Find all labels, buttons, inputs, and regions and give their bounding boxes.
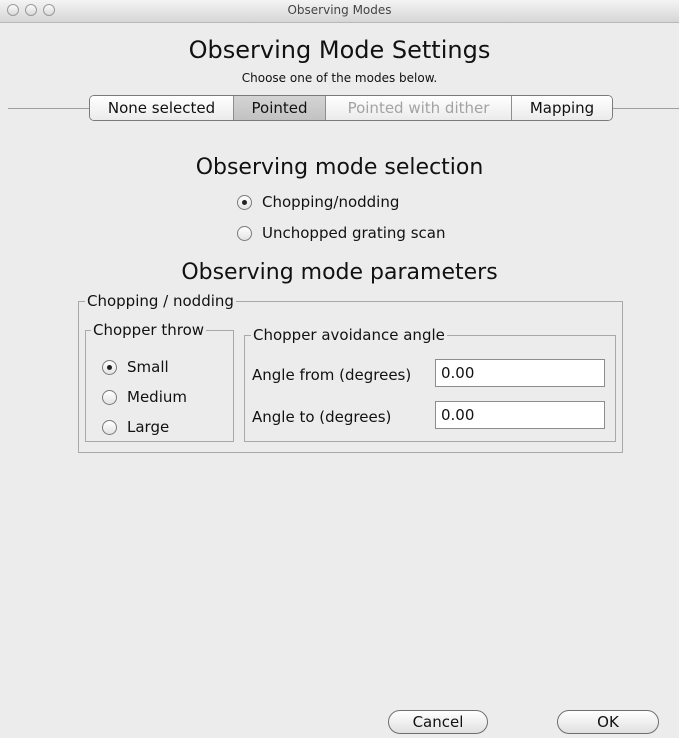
chopper-throw-group-label: Chopper throw (91, 321, 207, 339)
parameters-heading: Observing mode parameters (181, 260, 498, 285)
ok-button[interactable]: OK (557, 710, 659, 734)
avoidance-angle-group-label: Chopper avoidance angle (251, 326, 447, 344)
radio-unselected-icon[interactable] (102, 389, 117, 405)
radio-throw-medium[interactable]: Medium (102, 386, 187, 408)
angle-to-field[interactable] (435, 401, 605, 429)
mode-segmented-control: None selected Pointed Pointed with dithe… (89, 95, 613, 121)
mode-selection-heading: Observing mode selection (195, 155, 484, 180)
segment-mapping[interactable]: Mapping (512, 96, 612, 120)
radio-label: Unchopped grating scan (262, 224, 446, 242)
segment-pointed-with-dither: Pointed with dither (326, 96, 512, 120)
radio-unselected-icon[interactable] (237, 225, 252, 241)
radio-label: Chopping/nodding (262, 193, 400, 211)
window-titlebar: Observing Modes (0, 0, 679, 23)
radio-selected-icon[interactable] (237, 194, 252, 210)
segment-none-selected[interactable]: None selected (90, 96, 234, 120)
radio-chopping-nodding[interactable]: Chopping/nodding (237, 191, 399, 213)
radio-label: Small (127, 358, 169, 376)
segment-pointed[interactable]: Pointed (234, 96, 326, 120)
radio-unchopped-grating-scan[interactable]: Unchopped grating scan (237, 222, 445, 244)
window-title: Observing Modes (287, 3, 392, 17)
angle-from-label: Angle from (degrees) (252, 366, 412, 384)
radio-unselected-icon[interactable] (102, 419, 117, 435)
radio-label: Large (127, 418, 170, 436)
radio-throw-small[interactable]: Small (102, 356, 169, 378)
angle-to-label: Angle to (degrees) (252, 408, 392, 426)
radio-throw-large[interactable]: Large (102, 416, 169, 438)
radio-selected-icon[interactable] (102, 359, 117, 375)
cancel-button[interactable]: Cancel (388, 710, 488, 734)
angle-from-field[interactable] (435, 359, 605, 387)
page-subtitle: Choose one of the modes below. (241, 71, 438, 85)
radio-label: Medium (127, 388, 187, 406)
page-title: Observing Mode Settings (188, 36, 491, 64)
chopping-nodding-group-label: Chopping / nodding (85, 292, 236, 310)
